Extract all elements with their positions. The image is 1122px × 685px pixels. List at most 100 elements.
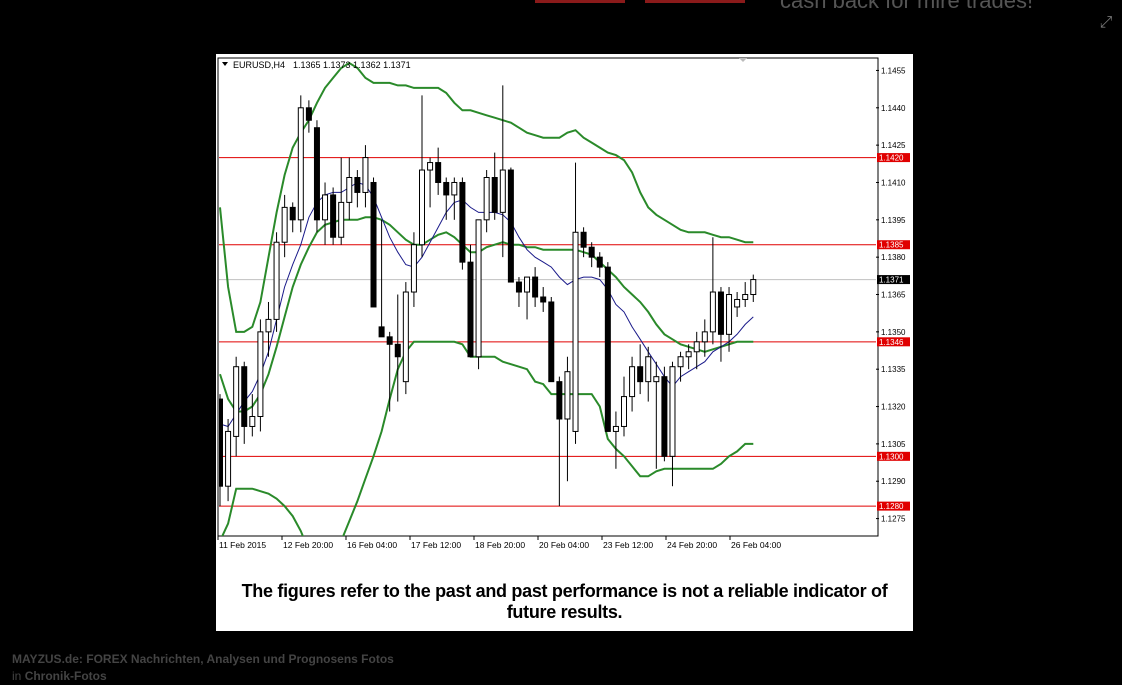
candle-body-bull: [750, 279, 757, 296]
time-tick-label: 18 Feb 20:00: [475, 540, 525, 550]
candle-body-bear: [330, 194, 337, 238]
candle: [475, 219, 482, 370]
candle-body-bull: [742, 294, 749, 300]
candle-body-bear: [435, 162, 442, 183]
time-tick-label: 11 Feb 2015: [219, 540, 266, 550]
time-tick-label: 17 Feb 12:00: [411, 540, 461, 550]
candle-body-bull: [362, 157, 369, 193]
candle-body-bull: [233, 366, 240, 437]
candle-body-bull: [338, 201, 345, 238]
candle-body-bull: [257, 331, 264, 417]
candle-body-bear: [588, 246, 595, 258]
time-tick-label: 23 Feb 12:00: [603, 540, 653, 550]
candle-body-bull: [653, 376, 660, 383]
price-tick-label: 1.1365: [881, 291, 906, 300]
candle-body-bear: [354, 177, 361, 193]
price-chart: 1.1420 1.1385 1.1346 1.1300 1.1280 1.1371 1.1…: [217, 57, 911, 550]
candle: [402, 282, 409, 395]
time-tick-label: 24 Feb 20:00: [667, 540, 717, 550]
level-label: 1.1346: [879, 338, 904, 347]
candle: [459, 177, 466, 270]
candle-body-bull: [685, 351, 692, 358]
caption-title: MAYZUS.de: FOREX Nachrichten, Analysen u…: [12, 652, 394, 666]
candle-body-bull: [677, 356, 684, 368]
candle-body-bull: [524, 276, 531, 293]
candle-body-bear: [637, 366, 644, 383]
symbol-label: EURUSD,H4: [233, 60, 285, 70]
disclaimer-text: The figures refer to the past and past p…: [241, 581, 888, 622]
candle-body-bull: [297, 107, 304, 221]
level-label: 1.1300: [879, 452, 904, 461]
chart-image-frame: 1.1420 1.1385 1.1346 1.1300 1.1280 1.1371 1.1…: [216, 54, 913, 631]
candle-body-bull: [612, 425, 619, 432]
candle-body-bear: [548, 301, 555, 383]
candle-body-bear: [467, 261, 474, 358]
price-tick-label: 1.1275: [881, 515, 906, 524]
candle: [661, 366, 668, 462]
candle-body-bear: [241, 366, 248, 427]
candle-body-bear: [515, 281, 522, 293]
candle-body-bear: [532, 276, 539, 298]
level-label: 1.1385: [879, 241, 904, 250]
time-tick-label: 20 Feb 04:00: [539, 540, 589, 550]
candle-body-bull: [734, 298, 741, 308]
candle-body-bear: [370, 181, 377, 308]
candle: [273, 232, 280, 332]
candle-body-bull: [410, 244, 417, 293]
candle-body-bear: [540, 296, 547, 303]
candle: [548, 297, 555, 383]
candle-body-bear: [289, 206, 296, 221]
candle-body-bull: [427, 162, 434, 171]
image-caption: MAYZUS.de: FOREX Nachrichten, Analysen u…: [12, 651, 394, 685]
price-tick-label: 1.1335: [881, 365, 906, 374]
price-tick-label: 1.1425: [881, 141, 906, 150]
candle-body-bull: [499, 169, 506, 213]
level-label: 1.1280: [879, 502, 904, 511]
time-tick-label: 26 Feb 04:00: [731, 540, 781, 550]
candle-body-bear: [386, 336, 393, 345]
candle-body-bear: [378, 326, 385, 338]
candle-body-bull: [564, 371, 571, 420]
candle-body-bear: [507, 169, 514, 283]
price-tick-label: 1.1380: [881, 253, 906, 262]
price-tick-label: 1.1320: [881, 403, 906, 412]
candle-body-bull: [726, 294, 733, 335]
current-price-label: 1.1371: [879, 276, 904, 285]
candle-body-bull: [709, 291, 716, 333]
candle-body-bear: [443, 181, 450, 196]
candle-body-bull: [265, 318, 272, 333]
candle-body-bull: [483, 177, 490, 221]
candle-body-bull: [322, 194, 329, 221]
candle-body-bull: [669, 366, 676, 457]
candle-body-bull: [346, 177, 353, 203]
caption-line: in Chronik-Fotos: [12, 668, 394, 685]
candle-body-bull: [249, 416, 256, 427]
candle: [313, 120, 320, 233]
candle: [507, 167, 514, 283]
candle-body-bear: [661, 376, 668, 457]
candle-body-bull: [621, 396, 627, 427]
expand-icon[interactable]: ⤢: [1097, 14, 1115, 32]
candle: [370, 177, 377, 308]
candle-body-bull: [225, 430, 232, 487]
candle-body-bull: [281, 206, 288, 243]
candle-body-bear: [305, 107, 312, 121]
caption-link[interactable]: Chronik-Fotos: [25, 669, 107, 683]
faded-header-text: cash back for mire trades!: [780, 0, 1034, 13]
candle-body-bull: [645, 356, 652, 383]
candle-body-bull: [402, 291, 409, 383]
time-tick-label: 16 Feb 04:00: [347, 540, 397, 550]
top-strip-red: [535, 0, 625, 3]
candle-body-bull: [451, 181, 458, 196]
time-tick-label: 12 Feb 20:00: [283, 540, 333, 550]
candle-body-bear: [459, 181, 466, 263]
candle-body-bear: [596, 256, 603, 268]
price-tick-label: 1.1410: [881, 178, 906, 187]
level-label: 1.1420: [879, 154, 904, 163]
time-axis-ticks: 11 Feb 2015 12 Feb 20:00 16 Feb 04:00 17 Fe…: [217, 536, 781, 550]
candle-body-bull: [273, 241, 280, 320]
candle-body-bull: [701, 331, 708, 343]
candle-body-bull: [629, 366, 636, 398]
candle-body-bear: [604, 266, 611, 432]
candle: [257, 319, 264, 432]
